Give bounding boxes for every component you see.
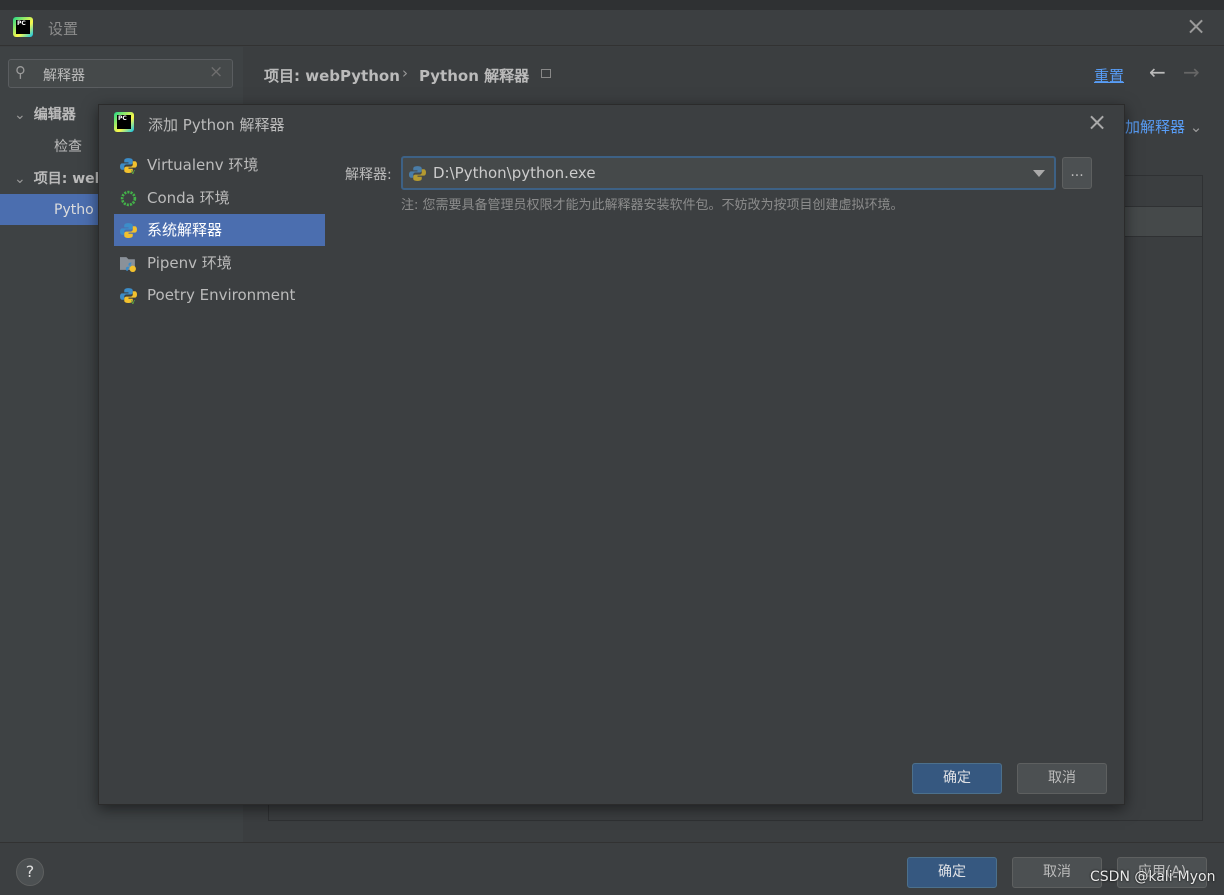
env-type-pipenv[interactable]: Pipenv 环境 <box>114 247 325 279</box>
env-type-label: Pipenv 环境 <box>147 254 232 272</box>
search-value: 解释器 <box>43 68 85 84</box>
env-type-label: 系统解释器 <box>147 221 223 239</box>
back-arrow-icon[interactable]: ← <box>1149 60 1166 84</box>
pycharm-logo-icon: PC <box>114 112 134 132</box>
svg-text:v: v <box>131 167 136 174</box>
tree-item-inspections[interactable]: 检查 <box>54 135 82 159</box>
interpreter-label: 解释器: <box>345 167 392 183</box>
chevron-down-icon: ⌄ <box>14 107 26 123</box>
conda-icon <box>120 190 137 207</box>
clear-search-icon[interactable]: × <box>209 62 223 82</box>
tree-label: 项目: wel <box>33 171 100 187</box>
search-icon: ⚲ <box>15 63 26 81</box>
python-virtualenv-icon: v <box>120 158 137 174</box>
interpreter-select[interactable]: D:\Python\python.exe <box>401 156 1056 190</box>
title-bar: PC 设置 × <box>0 10 1224 46</box>
chevron-down-icon: ⌄ <box>14 171 26 187</box>
admin-note: 注: 您需要具备管理员权限才能为此解释器安装软件包。不妨改为按项目创建虚拟环境。 <box>401 198 904 213</box>
add-interpreter-dialog: PC 添加 Python 解释器 × v Virtualenv 环境 Conda… <box>98 104 1125 805</box>
settings-footer: ? 确定 取消 应用(A) CSDN @kali-Myon <box>0 842 1224 895</box>
tree-item-python-interpreter[interactable]: Pytho <box>54 198 94 222</box>
tree-item-project[interactable]: ⌄ 项目: wel <box>14 167 99 191</box>
dropdown-arrow-icon[interactable] <box>1033 170 1045 177</box>
breadcrumb-page: Python 解释器 <box>419 67 530 85</box>
ok-button[interactable]: 确定 <box>907 857 997 888</box>
env-type-system[interactable]: 系统解释器 <box>114 214 325 246</box>
add-interpreter-label: 加解释器 <box>1125 118 1186 136</box>
pipenv-icon <box>120 257 136 272</box>
chevron-down-icon: ⌄ <box>1189 118 1203 136</box>
window-close-icon[interactable]: × <box>1186 12 1206 40</box>
env-type-conda[interactable]: Conda 环境 <box>114 182 325 214</box>
cancel-button[interactable]: 取消 <box>1012 857 1102 888</box>
interpreter-value: D:\Python\python.exe <box>433 164 596 182</box>
add-interpreter-link[interactable]: 加解释器 ⌄ <box>1125 116 1202 137</box>
pycharm-logo-icon: PC <box>13 17 33 37</box>
reset-link[interactable]: 重置 <box>1094 65 1124 86</box>
browse-button[interactable]: ... <box>1062 157 1092 189</box>
breadcrumb-separator: › <box>402 64 408 82</box>
window-title: 设置 <box>48 20 79 38</box>
breadcrumb-project[interactable]: 项目: webPython <box>264 65 400 86</box>
tree-label: 编辑器 <box>33 107 76 123</box>
tree-item-editor[interactable]: ⌄ 编辑器 <box>14 103 76 127</box>
python-icon <box>120 223 137 238</box>
window-icon <box>541 69 551 78</box>
settings-search-input[interactable]: ⚲ 解释器 × <box>8 59 233 88</box>
dialog-close-icon[interactable]: × <box>1087 108 1107 136</box>
python-poetry-icon: v <box>120 288 137 304</box>
forward-arrow-icon[interactable]: → <box>1183 60 1200 84</box>
dialog-cancel-button[interactable]: 取消 <box>1017 763 1107 794</box>
env-type-virtualenv[interactable]: v Virtualenv 环境 <box>114 149 325 181</box>
top-band <box>0 0 1224 10</box>
dialog-title: 添加 Python 解释器 <box>148 116 285 134</box>
svg-text:v: v <box>131 297 136 304</box>
help-button[interactable]: ? <box>16 858 44 886</box>
env-type-label: Conda 环境 <box>147 189 230 207</box>
env-type-label: Poetry Environment <box>147 286 296 304</box>
watermark: CSDN @kali-Myon <box>1090 869 1216 885</box>
env-type-label: Virtualenv 环境 <box>147 156 259 174</box>
python-icon <box>409 166 426 181</box>
dialog-ok-button[interactable]: 确定 <box>912 763 1002 794</box>
env-type-poetry[interactable]: v Poetry Environment <box>114 279 325 311</box>
